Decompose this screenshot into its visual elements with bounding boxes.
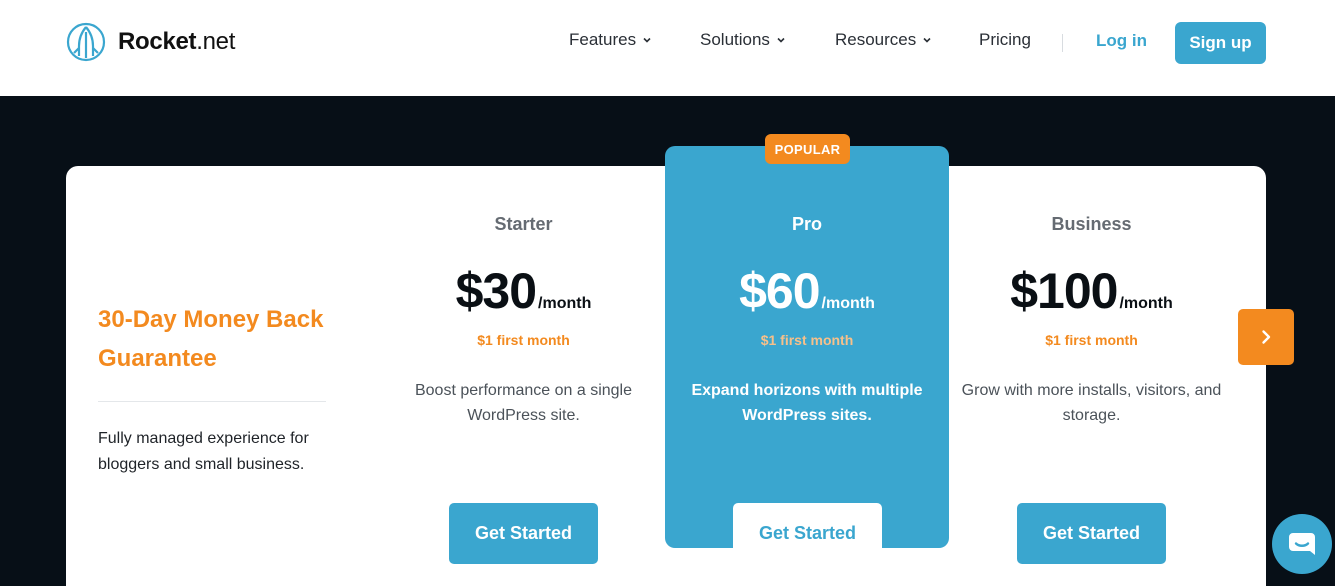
- chevron-right-icon: [1262, 330, 1271, 344]
- nav-item-features[interactable]: Features: [569, 30, 652, 50]
- price-row: $100 /month: [950, 262, 1233, 320]
- nav-label: Pricing: [979, 30, 1031, 49]
- plan-price: $30: [455, 263, 537, 319]
- plan-period: /month: [821, 295, 875, 312]
- next-plans-button[interactable]: [1238, 309, 1294, 365]
- plan-period: /month: [538, 295, 592, 312]
- nav-label: Solutions: [700, 30, 770, 49]
- plan-starter: Starter $30 /month $1 first month Boost …: [382, 214, 665, 564]
- chat-bubble-icon: [1289, 533, 1315, 555]
- rocket-logo-icon: [66, 22, 106, 62]
- popular-badge: POPULAR: [765, 134, 850, 164]
- get-started-button-starter[interactable]: Get Started: [449, 503, 598, 564]
- plan-pro: Pro $60 /month $1 first month Expand hor…: [665, 214, 949, 564]
- guarantee-title: 30-Day Money Back Guarantee: [98, 306, 324, 372]
- get-started-button-business[interactable]: Get Started: [1017, 503, 1166, 564]
- plan-description: Boost performance on a single WordPress …: [414, 382, 632, 424]
- site-header: Rocket.net Features Solutions Resources …: [0, 0, 1335, 96]
- nav-item-resources[interactable]: Resources: [835, 30, 932, 50]
- nav-label: Features: [569, 30, 637, 49]
- get-started-button-pro[interactable]: Get Started: [733, 503, 882, 564]
- plan-description: Expand horizons with multiple WordPress …: [691, 382, 923, 424]
- chevron-down-icon: [777, 37, 785, 43]
- price-row: $30 /month: [382, 262, 665, 320]
- first-month-offer: $1 first month: [477, 332, 570, 348]
- first-month-offer: $1 first month: [760, 332, 854, 348]
- chevron-down-icon: [643, 37, 651, 43]
- chevron-down-icon: [923, 37, 931, 43]
- plan-period: /month: [1119, 295, 1173, 312]
- plan-price: $60: [739, 263, 820, 319]
- nav-item-solutions[interactable]: Solutions: [700, 30, 786, 50]
- nav-divider: [1062, 34, 1063, 52]
- logo-text: Rocket.net: [118, 28, 236, 55]
- plan-price: $100: [1010, 263, 1118, 319]
- plan-name: Business: [1051, 214, 1132, 234]
- plan-name: Pro: [791, 214, 822, 234]
- guarantee-divider: [98, 401, 326, 402]
- login-link[interactable]: Log in: [1096, 31, 1147, 51]
- chat-widget-button[interactable]: [1272, 514, 1332, 574]
- first-month-offer: $1 first month: [1045, 332, 1138, 348]
- nav-label: Resources: [835, 30, 917, 49]
- site-logo[interactable]: Rocket.net: [66, 22, 235, 62]
- plan-name: Starter: [494, 214, 553, 234]
- guarantee-description: Fully managed experience for bloggers an…: [98, 430, 309, 473]
- plan-business: Business $100 /month $1 first month Grow…: [950, 214, 1233, 564]
- nav-item-pricing[interactable]: Pricing: [979, 30, 1031, 50]
- plan-description: Grow with more installs, visitors, and s…: [961, 382, 1222, 424]
- price-row: $60 /month: [665, 262, 949, 320]
- signup-button[interactable]: Sign up: [1175, 22, 1266, 64]
